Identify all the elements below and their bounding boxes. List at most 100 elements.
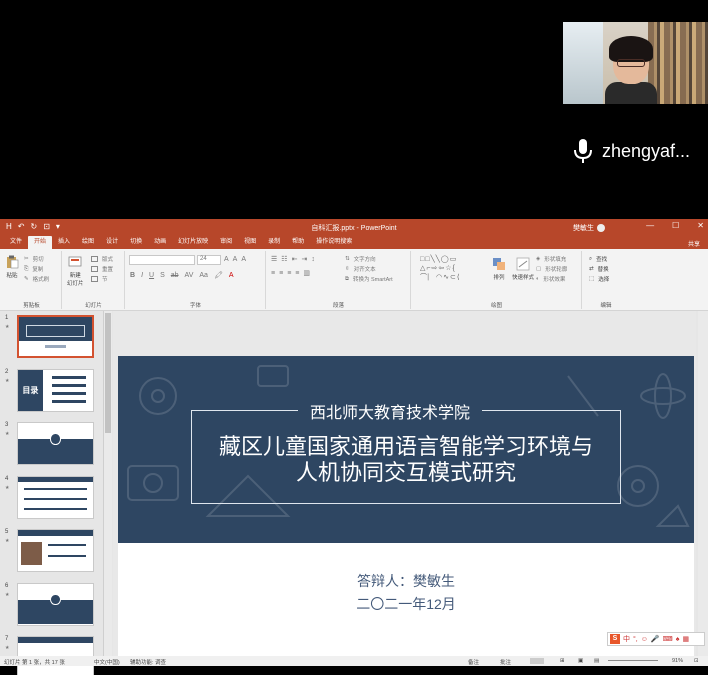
select-button[interactable]: ⬚ 选择 <box>589 275 609 283</box>
account[interactable]: 樊敏生 <box>573 223 605 233</box>
thumbnail-1[interactable]: 1 ★ <box>0 315 104 365</box>
case-icon[interactable]: Aa <box>199 272 208 279</box>
group-editing: ⌕ 查找 ⇄ 替换 ⬚ 选择 编辑 <box>583 251 629 310</box>
thumbnail-4[interactable]: 4 ★ <box>0 475 104 526</box>
font-name-combo[interactable] <box>129 255 195 265</box>
format-painter-button[interactable]: ✎ 格式刷 <box>24 275 49 283</box>
thumbnail-image[interactable]: 目录 <box>17 368 94 412</box>
comments-button[interactable]: 批注 <box>500 658 511 666</box>
thumbnail-6[interactable]: 6 ★ <box>0 582 104 633</box>
normal-view-icon[interactable] <box>530 658 544 664</box>
justify-icon[interactable]: ≡ <box>295 270 299 277</box>
toolbox-icon[interactable]: ▦ <box>682 635 689 643</box>
accessibility-status[interactable]: 辅助功能: 调查 <box>130 658 166 666</box>
spacing-icon[interactable]: AV <box>185 272 194 279</box>
minimize-button[interactable]: — <box>646 221 654 230</box>
slideshow-icon[interactable]: ▤ <box>594 658 599 664</box>
notes-button[interactable]: 备注 <box>468 658 479 666</box>
ime-toolbar[interactable]: S 中 °, ☺ 🎤 ⌨ ♠ ▦ <box>607 632 705 646</box>
section-button[interactable]: 节 <box>91 275 108 283</box>
align-right-icon[interactable]: ≡ <box>287 270 291 277</box>
thumbnail-image[interactable] <box>17 582 94 626</box>
tab-5[interactable]: 切换 <box>124 236 148 249</box>
tab-2[interactable]: 插入 <box>52 236 76 249</box>
shape-effects-button[interactable]: ◐ 形状效果 <box>536 275 565 283</box>
thumbnail-image[interactable] <box>17 422 94 465</box>
text-direction-button[interactable]: ⇅ 文字方向 <box>345 255 376 263</box>
align-text-button[interactable]: ⇳ 对齐文本 <box>345 265 376 273</box>
zoom-slider[interactable] <box>608 660 658 661</box>
slide-sorter-icon[interactable]: ⊞ <box>560 658 565 664</box>
cut-button[interactable]: ✂ 剪切 <box>24 255 44 263</box>
tab-6[interactable]: 动画 <box>148 236 172 249</box>
italic-icon[interactable]: I <box>141 272 143 279</box>
bullets-icon[interactable]: ☰ <box>271 255 277 263</box>
tab-1[interactable]: 开始 <box>28 236 53 249</box>
tab-3[interactable]: 绘图 <box>76 236 100 249</box>
thumbnail-3[interactable]: 3 ★ <box>0 422 104 472</box>
underline-icon[interactable]: U <box>149 272 154 279</box>
thumbnail-image[interactable] <box>17 475 94 519</box>
group-label: 字体 <box>189 303 201 309</box>
skin-icon[interactable]: ♠ <box>676 636 680 643</box>
tab-10[interactable]: 录制 <box>262 236 286 249</box>
tab-4[interactable]: 设计 <box>100 236 124 249</box>
shape-outline-button[interactable]: ▢ 形状轮廓 <box>536 265 567 273</box>
reading-view-icon[interactable]: ▣ <box>578 658 583 664</box>
share-button[interactable]: 共享 <box>688 239 700 248</box>
keyboard-icon[interactable]: ⌨ <box>663 635 673 643</box>
numbering-icon[interactable]: ☷ <box>281 255 287 263</box>
thumbnail-image[interactable] <box>17 315 94 358</box>
maximize-button[interactable]: ☐ <box>672 221 679 230</box>
font-size-combo[interactable]: 24 <box>197 255 221 265</box>
thumbnail-5[interactable]: 5 ★ <box>0 529 104 579</box>
tab-8[interactable]: 审阅 <box>214 236 238 249</box>
decrease-indent-icon[interactable]: ⇤ <box>292 255 298 263</box>
paste-button[interactable]: 粘贴 <box>5 255 19 279</box>
close-button[interactable]: ✕ <box>697 221 704 230</box>
quick-styles-button[interactable]: 快速样式 <box>512 257 534 281</box>
increase-indent-icon[interactable]: ⇥ <box>301 255 307 263</box>
thumbnail-scrollbar[interactable] <box>104 311 112 656</box>
shapes-gallery[interactable]: □□╲╲◯▭ △⌐⇨⇦☆{⌒⎸◠∿⊂⟨ <box>420 255 484 282</box>
align-center-icon[interactable]: ≡ <box>279 270 283 277</box>
reset-button[interactable]: 重置 <box>91 265 113 273</box>
fit-slide-icon[interactable]: ⊡ <box>694 658 699 664</box>
layout-button[interactable]: 版式 <box>91 255 113 263</box>
slide-1[interactable]: 西北师大教育技术学院 藏区儿童国家通用语言智能学习环境与 人机协同交互模式研究 … <box>118 356 694 656</box>
replace-button[interactable]: ⇄ 替换 <box>589 265 609 273</box>
tab-0[interactable]: 文件 <box>4 236 28 249</box>
group-clipboard: 粘贴 ✂ 剪切 ⎘ 复制 ✎ 格式刷 剪贴板 <box>2 251 62 309</box>
find-button[interactable]: ⌕ 查找 <box>589 255 607 264</box>
grow-shrink-font[interactable]: AAA <box>224 256 246 263</box>
font-color-icon[interactable]: A <box>229 272 234 279</box>
highlight-icon[interactable]: 🖍 <box>214 271 223 279</box>
zoom-level[interactable]: 91% <box>672 658 683 664</box>
align-left-icon[interactable]: ≡ <box>271 270 275 277</box>
new-slide-button[interactable]: 新建 幻灯片 <box>67 255 84 287</box>
arrange-button[interactable]: 排列 <box>492 257 506 281</box>
tab-11[interactable]: 帮助 <box>286 236 310 249</box>
animation-star-icon: ★ <box>5 324 10 330</box>
thumbnail-2[interactable]: 2 ★ 目录 <box>0 368 104 419</box>
smartart-button[interactable]: ⧉ 转换为 SmartArt <box>345 275 393 284</box>
ime-mode[interactable]: 中 <box>623 634 630 644</box>
punctuation-icon[interactable]: °, <box>633 636 638 643</box>
workspace: 1 ★ 2 ★ 目录 3 ★ 4 ★ 5 ★ 6 ★ 7 ★ 西北师大教育技术学… <box>0 311 708 675</box>
voice-icon[interactable]: 🎤 <box>651 635 660 643</box>
copy-button[interactable]: ⎘ 复制 <box>24 265 43 274</box>
tab-7[interactable]: 幻灯片放映 <box>172 236 214 249</box>
slide-scrollbar[interactable] <box>698 311 708 656</box>
thumbnail-image[interactable] <box>17 529 94 572</box>
shadow-icon[interactable]: S <box>160 272 165 279</box>
columns-icon[interactable]: ▥ <box>303 269 310 277</box>
bold-icon[interactable]: B <box>130 272 135 279</box>
fill-icon: ◈ <box>536 256 541 262</box>
tab-9[interactable]: 视图 <box>238 236 262 249</box>
strike-icon[interactable]: ab <box>171 272 179 279</box>
shape-fill-button[interactable]: ◈ 形状填充 <box>536 255 566 263</box>
tab-12[interactable]: 操作说明搜索 <box>310 236 358 249</box>
emoji-icon[interactable]: ☺ <box>641 636 648 643</box>
language-indicator[interactable]: 中文(中国) <box>94 658 120 666</box>
line-spacing-icon[interactable]: ↕ <box>311 256 315 263</box>
